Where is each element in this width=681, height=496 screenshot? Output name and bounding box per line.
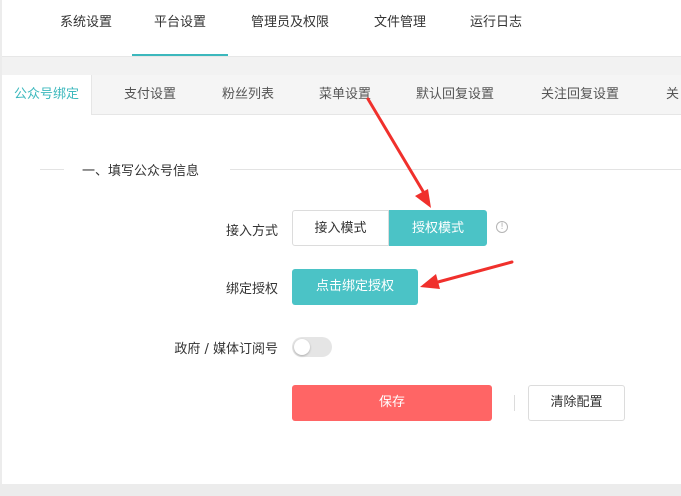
section-divider-right	[230, 169, 681, 170]
sub-tab-account-binding[interactable]: 公众号绑定	[2, 75, 93, 115]
sub-tab-payment-settings[interactable]: 支付设置	[124, 75, 176, 114]
access-mode-toggle-group: 接入模式 授权模式	[292, 210, 487, 246]
sub-tab-more[interactable]: 关	[666, 75, 679, 114]
sub-tab-menu-settings[interactable]: 菜单设置	[319, 75, 371, 114]
sub-nav: 公众号绑定 支付设置 粉丝列表 菜单设置 默认回复设置 关注回复设置 关	[2, 75, 681, 115]
top-tab-platform-settings[interactable]: 平台设置	[132, 0, 228, 56]
clear-config-button[interactable]: 清除配置	[528, 385, 625, 421]
switch-knob	[294, 339, 310, 355]
sub-tab-fan-list[interactable]: 粉丝列表	[222, 75, 274, 114]
gov-media-switch[interactable]	[292, 337, 332, 357]
section-title: 一、填写公众号信息	[82, 164, 200, 179]
top-tab-file-management[interactable]: 文件管理	[370, 0, 430, 54]
bind-authorize-button[interactable]: 点击绑定授权	[292, 269, 418, 305]
access-mode-option-direct[interactable]: 接入模式	[292, 210, 389, 246]
access-mode-option-authorize[interactable]: 授权模式	[389, 210, 487, 246]
gov-media-label: 政府 / 媒体订阅号	[174, 342, 278, 357]
bind-auth-label: 绑定授权	[225, 282, 278, 297]
page-frame: 系统设置 平台设置 管理员及权限 文件管理 运行日志 公众号绑定 支付设置 粉丝…	[2, 0, 681, 484]
info-icon[interactable]: !	[496, 221, 508, 233]
button-divider	[514, 395, 515, 411]
sub-tab-default-reply[interactable]: 默认回复设置	[416, 75, 494, 114]
access-mode-label: 接入方式	[225, 224, 278, 239]
section-divider-left	[40, 169, 64, 170]
nav-gap	[2, 57, 681, 75]
save-button[interactable]: 保存	[292, 385, 492, 421]
top-tab-system-settings[interactable]: 系统设置	[56, 0, 116, 54]
sub-tab-follow-reply[interactable]: 关注回复设置	[541, 75, 619, 114]
top-tab-admin-permissions[interactable]: 管理员及权限	[246, 0, 334, 54]
top-nav: 系统设置 平台设置 管理员及权限 文件管理 运行日志	[2, 0, 681, 57]
top-tab-run-logs[interactable]: 运行日志	[466, 0, 526, 54]
